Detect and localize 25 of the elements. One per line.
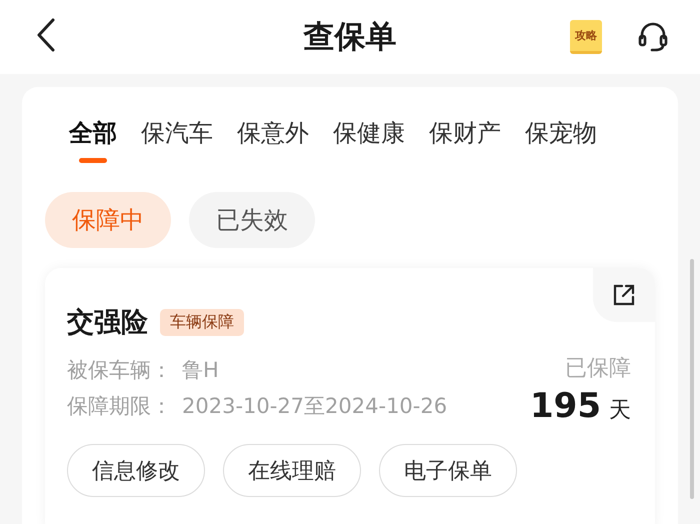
policy-card[interactable]: 交强险 车辆保障 被保车辆： 鲁H 保障期限： 2023-10-27至2024-10-26 已保障 195 天 信息修改 在线理赔 电子保单 <box>45 268 655 524</box>
category-tab[interactable]: 保意外 <box>237 117 309 163</box>
headset-icon[interactable] <box>636 20 670 54</box>
external-link-icon <box>612 283 636 307</box>
category-tab[interactable]: 保汽车 <box>141 117 213 163</box>
category-tab[interactable]: 保财产 <box>429 117 501 163</box>
category-tab[interactable]: 保宠物 <box>525 117 597 163</box>
guide-book-button[interactable]: 攻略 <box>570 20 602 54</box>
covered-days: 195 <box>530 386 601 426</box>
days-unit: 天 <box>609 397 631 425</box>
field-value: 鲁H <box>182 357 219 384</box>
category-tab[interactable]: 全部 <box>69 117 117 163</box>
category-tag: 车辆保障 <box>160 308 244 336</box>
covered-label: 已保障 <box>565 355 631 383</box>
action-button[interactable]: 信息修改 <box>67 444 205 497</box>
policy-name: 交强险 <box>67 306 148 340</box>
field-label: 被保车辆： <box>67 357 172 384</box>
status-filter[interactable]: 已失效 <box>189 192 315 248</box>
field-value: 2023-10-27至2024-10-26 <box>182 393 448 420</box>
action-button[interactable]: 在线理赔 <box>223 444 361 497</box>
category-tab[interactable]: 保健康 <box>333 117 405 163</box>
action-button[interactable]: 电子保单 <box>379 444 517 497</box>
page-title: 查保单 <box>304 18 396 57</box>
field-label: 保障期限： <box>67 393 172 420</box>
back-icon[interactable] <box>36 18 56 52</box>
